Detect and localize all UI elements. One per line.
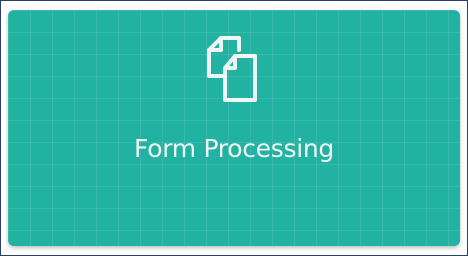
form-processing-tile[interactable]: Form Processing bbox=[8, 10, 460, 246]
documents-icon bbox=[199, 32, 269, 104]
tile-frame: Form Processing bbox=[0, 0, 468, 256]
tile-label: Form Processing bbox=[134, 134, 334, 163]
